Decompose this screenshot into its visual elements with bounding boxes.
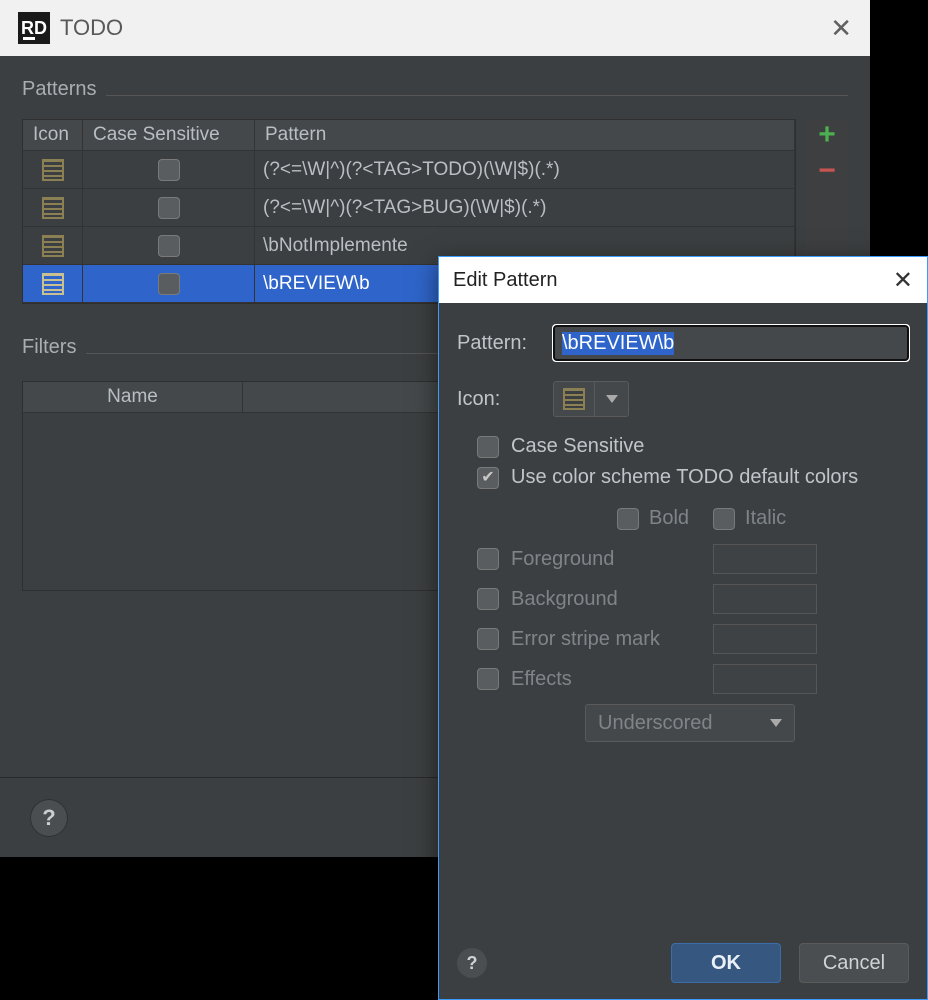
close-icon[interactable]: ✕ <box>830 13 852 44</box>
effects-type-combobox[interactable]: Underscored <box>585 704 795 742</box>
close-icon[interactable]: ✕ <box>893 266 913 295</box>
patterns-col-case-sensitive: Case Sensitive <box>83 120 255 151</box>
italic-label: Italic <box>745 507 786 530</box>
section-divider <box>106 95 848 96</box>
error-stripe-label: Error stripe mark <box>511 628 701 651</box>
help-button[interactable]: ? <box>457 948 487 978</box>
note-icon <box>563 388 585 410</box>
background-label: Background <box>511 588 701 611</box>
chevron-down-icon <box>770 719 782 727</box>
case-sensitive-checkbox[interactable] <box>477 436 499 458</box>
case-sensitive-checkbox[interactable] <box>158 159 180 181</box>
icon-combobox[interactable] <box>553 381 629 417</box>
edit-pattern-title: Edit Pattern <box>453 269 558 292</box>
filters-col-name: Name <box>23 382 243 413</box>
note-icon <box>42 273 64 295</box>
rider-logo-icon: RD <box>18 12 50 44</box>
note-icon <box>42 235 64 257</box>
chevron-down-icon <box>594 382 628 416</box>
patterns-col-icon: Icon <box>23 120 83 151</box>
todo-titlebar: RD TODO ✕ <box>0 0 870 56</box>
icon-label: Icon: <box>457 388 539 411</box>
background-swatch[interactable] <box>713 584 817 614</box>
case-sensitive-checkbox[interactable] <box>158 235 180 257</box>
pattern-cell: (?<=\W|^)(?<TAG>TODO)(\W|$)(.*) <box>255 151 795 188</box>
ok-button[interactable]: OK <box>671 943 781 983</box>
foreground-swatch[interactable] <box>713 544 817 574</box>
remove-pattern-button[interactable]: − <box>806 155 848 187</box>
background-checkbox[interactable] <box>477 588 499 610</box>
table-row[interactable]: (?<=\W|^)(?<TAG>BUG)(\W|$)(.*) <box>23 189 795 227</box>
error-stripe-swatch[interactable] <box>713 624 817 654</box>
edit-pattern-dialog: Edit Pattern ✕ Pattern: Icon: Case Sensi… <box>438 256 928 1000</box>
add-pattern-button[interactable]: + <box>806 119 848 151</box>
pattern-label: Pattern: <box>457 332 539 355</box>
use-default-colors-label: Use color scheme TODO default colors <box>511 466 858 489</box>
case-sensitive-checkbox[interactable] <box>158 273 180 295</box>
effects-swatch[interactable] <box>713 664 817 694</box>
window-title: TODO <box>60 15 123 41</box>
patterns-section-label: Patterns <box>22 78 96 101</box>
use-default-colors-checkbox[interactable] <box>477 467 499 489</box>
error-stripe-checkbox[interactable] <box>477 628 499 650</box>
case-sensitive-checkbox[interactable] <box>158 197 180 219</box>
filters-section-label: Filters <box>22 336 76 359</box>
italic-checkbox[interactable] <box>713 508 735 530</box>
note-icon <box>42 159 64 181</box>
edit-pattern-footer: ? OK Cancel <box>439 927 927 999</box>
edit-pattern-titlebar: Edit Pattern ✕ <box>439 257 927 303</box>
bold-label: Bold <box>649 507 689 530</box>
table-row[interactable]: (?<=\W|^)(?<TAG>TODO)(\W|$)(.*) <box>23 151 795 189</box>
effects-label: Effects <box>511 668 701 691</box>
effects-checkbox[interactable] <box>477 668 499 690</box>
foreground-label: Foreground <box>511 548 701 571</box>
bold-checkbox[interactable] <box>617 508 639 530</box>
note-icon <box>42 197 64 219</box>
case-sensitive-label: Case Sensitive <box>511 435 644 458</box>
help-button[interactable]: ? <box>30 799 68 837</box>
foreground-checkbox[interactable] <box>477 548 499 570</box>
cancel-button[interactable]: Cancel <box>799 943 909 983</box>
effects-type-value: Underscored <box>598 712 713 735</box>
pattern-cell: (?<=\W|^)(?<TAG>BUG)(\W|$)(.*) <box>255 189 795 226</box>
pattern-input[interactable] <box>553 325 909 361</box>
patterns-col-pattern: Pattern <box>255 120 795 151</box>
